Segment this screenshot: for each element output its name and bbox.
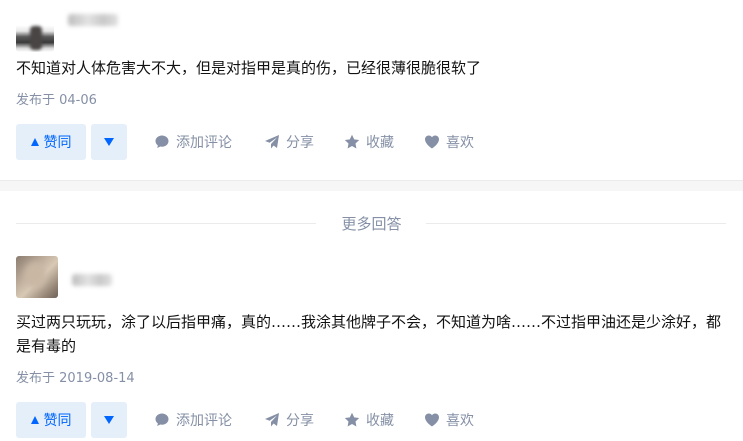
comment-icon bbox=[155, 135, 169, 148]
heart-icon bbox=[425, 135, 439, 149]
heart-icon bbox=[425, 413, 439, 427]
vote-up-button[interactable]: 赞同 bbox=[16, 402, 86, 438]
publish-time[interactable]: 发布于 2019-08-14 bbox=[16, 370, 135, 388]
action-bar: 赞同 添加评论 分享 收藏 喜欢 bbox=[16, 124, 736, 160]
author-name-redacted[interactable] bbox=[68, 14, 118, 26]
star-icon bbox=[344, 412, 360, 427]
share-icon bbox=[265, 413, 279, 427]
vote-up-label: 赞同 bbox=[43, 413, 72, 429]
answer-content: 不知道对人体危害大不大，但是对指甲是真的伤，已经很薄很脆很软了 bbox=[16, 59, 482, 77]
like-button[interactable]: 喜欢 bbox=[424, 402, 474, 438]
section-divider bbox=[0, 180, 743, 191]
vote-up-label: 赞同 bbox=[43, 135, 72, 151]
share-icon bbox=[265, 135, 279, 149]
caret-up-icon bbox=[30, 416, 39, 424]
share-button[interactable]: 分享 bbox=[264, 124, 314, 160]
share-button[interactable]: 分享 bbox=[264, 402, 314, 438]
vote-down-button[interactable] bbox=[91, 402, 127, 438]
avatar[interactable] bbox=[16, 14, 54, 52]
add-comment-button[interactable]: 添加评论 bbox=[154, 402, 232, 438]
caret-down-icon bbox=[104, 416, 114, 424]
more-answers-label: 更多回答 bbox=[341, 215, 402, 233]
add-comment-label: 添加评论 bbox=[176, 413, 232, 429]
share-label: 分享 bbox=[286, 413, 314, 429]
answer-list: 不知道对人体危害大不大，但是对指甲是真的伤，已经很薄很脆很软了 发布于 04-0… bbox=[0, 0, 743, 441]
like-button[interactable]: 喜欢 bbox=[424, 124, 474, 160]
collect-button[interactable]: 收藏 bbox=[344, 402, 394, 438]
add-comment-button[interactable]: 添加评论 bbox=[154, 124, 232, 160]
action-bar: 赞同 添加评论 分享 收藏 喜欢 bbox=[16, 402, 736, 438]
caret-up-icon bbox=[30, 138, 39, 146]
avatar[interactable] bbox=[16, 256, 58, 298]
share-label: 分享 bbox=[286, 135, 314, 151]
author-name-redacted[interactable] bbox=[72, 274, 112, 286]
caret-down-icon bbox=[104, 138, 114, 146]
comment-icon bbox=[155, 413, 169, 426]
like-label: 喜欢 bbox=[446, 135, 474, 151]
collect-label: 收藏 bbox=[366, 413, 394, 429]
more-answers-separator: 更多回答 bbox=[0, 212, 743, 236]
answer-content: 买过两只玩玩，涂了以后指甲痛，真的……我涂其他牌子不会，不知道为啥……不过指甲油… bbox=[16, 313, 722, 355]
collect-button[interactable]: 收藏 bbox=[344, 124, 394, 160]
add-comment-label: 添加评论 bbox=[176, 135, 232, 151]
vote-down-button[interactable] bbox=[91, 124, 127, 160]
star-icon bbox=[344, 134, 360, 149]
collect-label: 收藏 bbox=[366, 135, 394, 151]
publish-time[interactable]: 发布于 04-06 bbox=[16, 92, 97, 110]
like-label: 喜欢 bbox=[446, 413, 474, 429]
vote-up-button[interactable]: 赞同 bbox=[16, 124, 86, 160]
